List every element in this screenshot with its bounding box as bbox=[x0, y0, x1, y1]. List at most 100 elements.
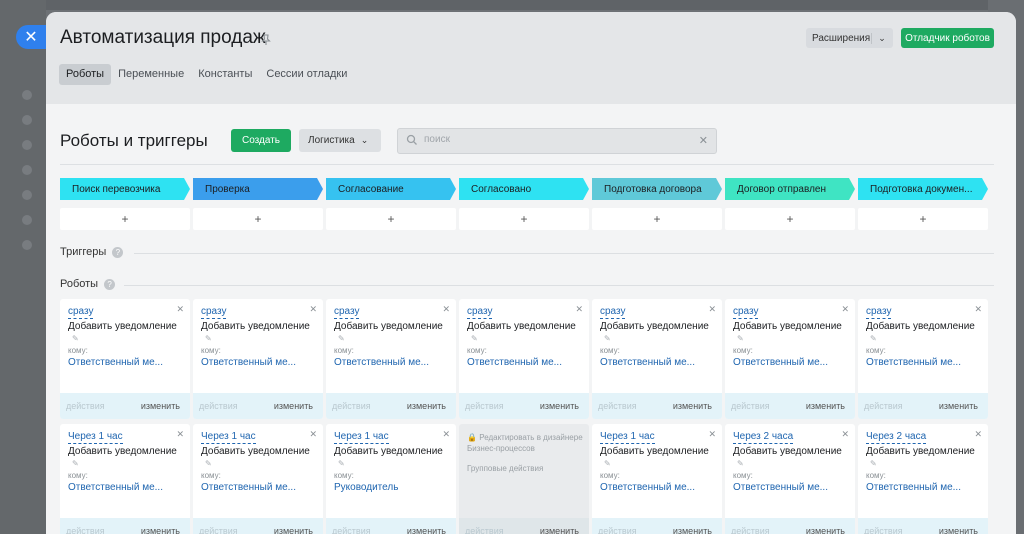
actions-link[interactable]: действия bbox=[731, 401, 770, 411]
recipient-link[interactable]: Ответственный ме... bbox=[733, 482, 828, 493]
robot-debugger-button[interactable]: Отладчик роботов bbox=[901, 28, 994, 48]
edit-link[interactable]: изменить bbox=[141, 401, 180, 411]
actions-link[interactable]: действия bbox=[66, 401, 105, 411]
edit-link[interactable]: изменить bbox=[806, 526, 845, 534]
recipient-link[interactable]: Ответственный ме... bbox=[334, 357, 429, 368]
stage-column[interactable]: Подготовка договора bbox=[592, 178, 722, 200]
recipient-link[interactable]: Ответственный ме... bbox=[600, 482, 695, 493]
tab-variables[interactable]: Переменные bbox=[111, 64, 191, 85]
robot-delay-link[interactable]: Через 2 часа bbox=[866, 431, 927, 444]
edit-link[interactable]: изменить bbox=[673, 401, 712, 411]
actions-link[interactable]: действия bbox=[864, 401, 903, 411]
robot-delay-link[interactable]: Через 1 час bbox=[600, 431, 655, 444]
robot-card[interactable]: ✕ Через 2 часа Добавить уведомление ✎ кому: О… bbox=[858, 424, 988, 534]
close-icon[interactable]: ✕ bbox=[176, 304, 184, 315]
robot-delay-link[interactable]: Через 1 час bbox=[68, 431, 123, 444]
close-icon[interactable]: ✕ bbox=[841, 304, 849, 315]
add-trigger-button[interactable]: + bbox=[326, 208, 456, 230]
pencil-icon[interactable]: ✎ bbox=[72, 334, 79, 343]
actions-link[interactable]: действия bbox=[864, 526, 903, 534]
robot-card[interactable]: ✕ сразу Добавить уведомление ✎ кому: Ответств… bbox=[725, 299, 855, 419]
close-icon[interactable]: ✕ bbox=[442, 304, 450, 315]
add-trigger-button[interactable]: + bbox=[193, 208, 323, 230]
pencil-icon[interactable]: ✎ bbox=[338, 459, 345, 468]
edit-link[interactable]: изменить bbox=[407, 401, 446, 411]
robot-delay-link[interactable]: сразу bbox=[334, 306, 360, 319]
edit-link[interactable]: изменить bbox=[274, 526, 313, 534]
tab-debug-sessions[interactable]: Сессии отладки bbox=[259, 64, 354, 85]
actions-link[interactable]: действия bbox=[199, 526, 238, 534]
close-icon[interactable]: ✕ bbox=[176, 429, 184, 440]
robot-delay-link[interactable]: Через 1 час bbox=[334, 431, 389, 444]
create-button[interactable]: Создать bbox=[231, 129, 291, 152]
edit-link[interactable]: изменить bbox=[540, 526, 579, 534]
edit-link[interactable]: изменить bbox=[939, 401, 978, 411]
pencil-icon[interactable]: ✎ bbox=[604, 334, 611, 343]
pencil-icon[interactable]: ✎ bbox=[870, 334, 877, 343]
add-trigger-button[interactable]: + bbox=[60, 208, 190, 230]
robot-card[interactable]: ✕ сразу Добавить уведомление ✎ кому: Ответств… bbox=[459, 299, 589, 419]
help-icon[interactable]: ? bbox=[104, 278, 116, 290]
add-trigger-button[interactable]: + bbox=[459, 208, 589, 230]
robot-card[interactable]: ✕ сразу Добавить уведомление ✎ кому: Ответств… bbox=[60, 299, 190, 419]
actions-link[interactable]: действия bbox=[332, 401, 371, 411]
chevron-down-icon[interactable]: ⌄ bbox=[872, 33, 892, 44]
edit-link[interactable]: изменить bbox=[540, 401, 579, 411]
stage-column[interactable]: Договор отправлен bbox=[725, 178, 855, 200]
edit-link[interactable]: изменить bbox=[141, 526, 180, 534]
stage-column[interactable]: Поиск перевозчика bbox=[60, 178, 190, 200]
pencil-icon[interactable]: ✎ bbox=[338, 334, 345, 343]
robot-card[interactable]: ✕ Через 1 час Добавить уведомление ✎ кому: От… bbox=[60, 424, 190, 534]
actions-link[interactable]: действия bbox=[465, 401, 504, 411]
group-actions-link[interactable]: Групповые действия bbox=[467, 464, 543, 473]
actions-link[interactable]: действия bbox=[465, 526, 504, 534]
close-slider-button[interactable]: ✕ bbox=[16, 25, 46, 49]
pencil-icon[interactable]: ✎ bbox=[471, 334, 478, 343]
recipient-link[interactable]: Ответственный ме... bbox=[68, 482, 163, 493]
help-icon[interactable]: ? bbox=[112, 246, 124, 258]
robot-delay-link[interactable]: сразу bbox=[201, 306, 227, 319]
pencil-icon[interactable]: ✎ bbox=[604, 459, 611, 468]
robot-delay-link[interactable]: сразу bbox=[600, 306, 626, 319]
robot-card[interactable]: ✕ сразу Добавить уведомление ✎ кому: Ответств… bbox=[592, 299, 722, 419]
stage-column[interactable]: Согласование bbox=[326, 178, 456, 200]
edit-link[interactable]: изменить bbox=[673, 526, 712, 534]
pencil-icon[interactable]: ✎ bbox=[205, 459, 212, 468]
close-icon[interactable]: ✕ bbox=[309, 429, 317, 440]
robot-card[interactable]: ✕ сразу Добавить уведомление ✎ кому: Ответств… bbox=[326, 299, 456, 419]
recipient-link[interactable]: Ответственный ме... bbox=[201, 357, 296, 368]
robot-card[interactable]: ✕ Через 2 часа Добавить уведомление ✎ кому: О… bbox=[725, 424, 855, 534]
actions-link[interactable]: действия bbox=[332, 526, 371, 534]
clear-icon[interactable]: ✕ bbox=[699, 134, 708, 147]
stage-column[interactable]: Проверка bbox=[193, 178, 323, 200]
add-trigger-button[interactable]: + bbox=[592, 208, 722, 230]
close-icon[interactable]: ✕ bbox=[442, 429, 450, 440]
recipient-link[interactable]: Ответственный ме... bbox=[866, 357, 961, 368]
close-icon[interactable]: ✕ bbox=[841, 429, 849, 440]
edit-link[interactable]: изменить bbox=[939, 526, 978, 534]
robot-card[interactable]: ✕ сразу Добавить уведомление ✎ кому: Ответств… bbox=[193, 299, 323, 419]
recipient-link[interactable]: Ответственный ме... bbox=[201, 482, 296, 493]
robot-card[interactable]: ✕ сразу Добавить уведомление ✎ кому: Ответств… bbox=[858, 299, 988, 419]
edit-link[interactable]: изменить bbox=[806, 401, 845, 411]
close-icon[interactable]: ✕ bbox=[708, 304, 716, 315]
recipient-link[interactable]: Ответственный ме... bbox=[600, 357, 695, 368]
actions-link[interactable]: действия bbox=[598, 526, 637, 534]
pencil-icon[interactable]: ✎ bbox=[737, 459, 744, 468]
pencil-icon[interactable]: ✎ bbox=[205, 334, 212, 343]
edit-link[interactable]: изменить bbox=[274, 401, 313, 411]
actions-link[interactable]: действия bbox=[199, 401, 238, 411]
edit-link[interactable]: изменить bbox=[407, 526, 446, 534]
add-trigger-button[interactable]: + bbox=[858, 208, 988, 230]
recipient-link[interactable]: Ответственный ме... bbox=[467, 357, 562, 368]
recipient-link[interactable]: Ответственный ме... bbox=[68, 357, 163, 368]
close-icon[interactable]: ✕ bbox=[575, 304, 583, 315]
extensions-button[interactable]: Расширения ⌄ bbox=[806, 28, 893, 48]
robot-card[interactable]: ✕ Через 1 час Добавить уведомление ✎ кому: От… bbox=[193, 424, 323, 534]
stage-column[interactable]: Согласовано bbox=[459, 178, 589, 200]
actions-link[interactable]: действия bbox=[598, 401, 637, 411]
pin-icon[interactable] bbox=[260, 34, 272, 46]
close-icon[interactable]: ✕ bbox=[974, 304, 982, 315]
recipient-link[interactable]: Ответственный ме... bbox=[866, 482, 961, 493]
robot-card[interactable]: ✕ Через 1 час Добавить уведомление ✎ кому: Ру… bbox=[326, 424, 456, 534]
